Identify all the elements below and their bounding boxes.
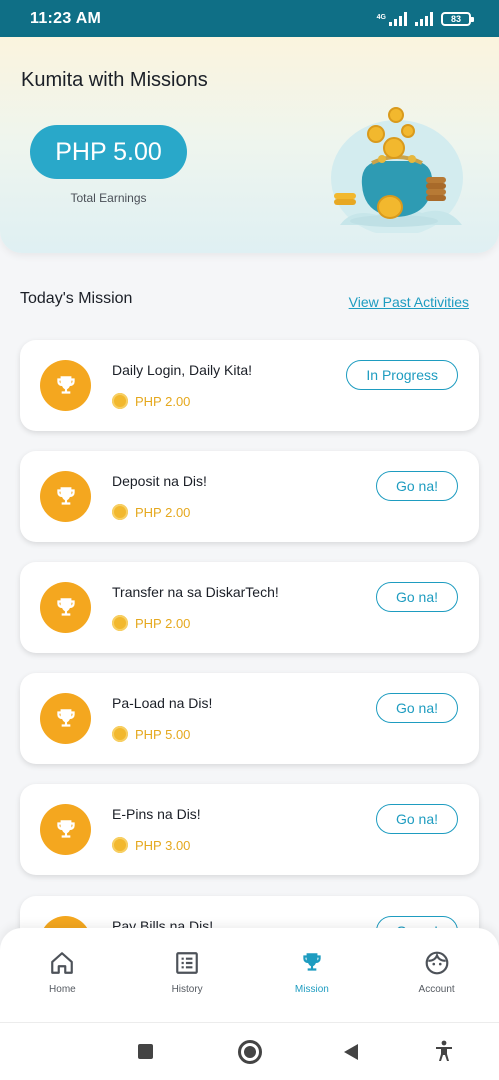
go-na-button[interactable]: Go na! [375,693,458,723]
view-past-activities-link[interactable]: View Past Activities [349,294,469,310]
nav-home-label: Home [49,984,76,995]
go-na-button[interactable]: Go na! [375,582,458,612]
mission-reward: PHP 2.00 [112,615,190,631]
coin-icon [112,393,128,409]
mission-reward-amount: PHP 2.00 [135,504,191,520]
mission-reward-amount: PHP 2.00 [135,393,191,409]
mission-card[interactable]: E-Pins na Dis! PHP 3.00 Go na! [20,784,479,875]
in-progress-button[interactable]: In Progress [346,360,458,390]
nav-history[interactable]: History [125,928,250,1022]
face-icon [425,951,448,975]
mission-card[interactable]: Daily Login, Daily Kita! PHP 2.00 In Pro… [20,340,479,431]
mission-card[interactable]: Deposit na Dis! PHP 2.00 Go na! [20,451,479,542]
mission-card[interactable]: Transfer na sa DiskarTech! PHP 2.00 Go n… [20,562,479,653]
page-title: Kumita with Missions [21,69,208,91]
mission-reward-amount: PHP 2.00 [135,615,191,631]
coin-icon [112,615,128,631]
nav-mission-label: Mission [294,984,329,995]
mission-reward: PHP 2.00 [112,393,190,409]
trophy-icon [40,693,91,744]
mission-title: Deposit na Dis! [112,473,207,489]
nav-account[interactable]: Account [374,928,499,1022]
coin-icon [112,726,128,742]
battery-icon: 83 [441,11,474,26]
nav-home[interactable]: Home [0,928,125,1022]
trophy-icon [40,360,91,411]
nav-mission[interactable]: Mission [250,928,375,1022]
mission-title: Transfer na sa DiskarTech! [112,584,279,600]
total-earnings-badge: PHP 5.00 [30,125,187,179]
total-earnings-caption: Total Earnings [70,191,147,205]
signal-icon [389,11,407,26]
trophy-icon [40,804,91,855]
mission-title: E-Pins na Dis! [112,806,201,822]
status-icons: 4G 83 [376,11,474,26]
trophy-icon [40,582,91,633]
coin-icon [112,837,128,853]
recents-icon[interactable] [138,1044,153,1059]
home-button-icon[interactable] [238,1040,262,1064]
mission-reward: PHP 5.00 [112,726,190,742]
accessibility-icon[interactable] [434,1040,454,1062]
mission-reward: PHP 3.00 [112,837,190,853]
signal-icon-2 [415,11,433,26]
trophy-icon [40,471,91,522]
mission-title: Daily Login, Daily Kita! [112,362,253,378]
bottom-navigation: Home History Mission Account [0,928,499,1022]
go-na-button[interactable]: Go na! [375,471,458,501]
nav-account-label: Account [418,984,455,995]
home-icon [51,952,74,974]
coin-purse-illustration [331,107,463,233]
nav-history-label: History [171,984,203,995]
todays-mission-title: Today's Mission [20,290,133,307]
list-icon [176,952,198,974]
trophy-icon [303,953,321,971]
coin-icon [112,504,128,520]
mission-reward: PHP 2.00 [112,504,190,520]
status-time: 11:23 AM [30,9,102,27]
earnings-header: Kumita with Missions PHP 5.00 Total Earn… [0,37,499,253]
network-type-label: 4G [376,13,386,21]
go-na-button[interactable]: Go na! [375,804,458,834]
mission-card[interactable]: Pa-Load na Dis! PHP 5.00 Go na! [20,673,479,764]
mission-reward-amount: PHP 3.00 [135,837,191,853]
mission-title: Pa-Load na Dis! [112,695,213,711]
status-bar: 11:23 AM 4G 83 [0,0,499,37]
mission-reward-amount: PHP 5.00 [135,726,191,742]
system-navigation-bar [0,1022,499,1080]
back-icon[interactable] [343,1043,359,1061]
